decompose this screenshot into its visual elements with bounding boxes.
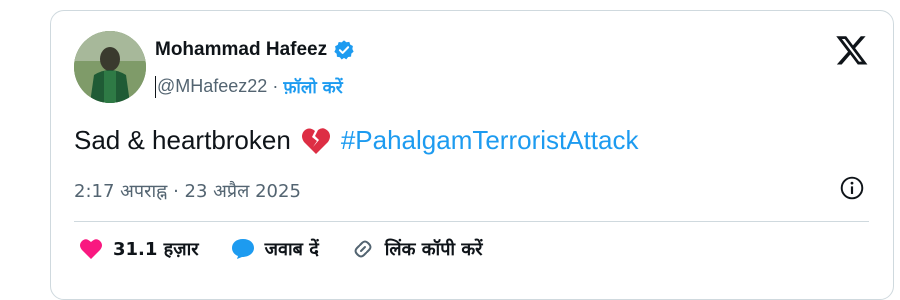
heart-icon — [80, 239, 102, 259]
separator-dot: · — [173, 181, 179, 202]
divider — [74, 221, 869, 222]
copy-link-label: लिंक कॉपी करें — [384, 239, 483, 260]
info-icon[interactable] — [839, 175, 865, 201]
text-cursor — [155, 75, 156, 98]
hashtag-link[interactable]: #PahalgamTerroristAttack — [341, 125, 639, 156]
separator-dot: · — [272, 76, 279, 96]
speech-bubble-icon — [231, 239, 254, 259]
follow-button[interactable]: फ़ॉलो करें — [283, 75, 342, 98]
broken-heart-icon — [301, 127, 331, 155]
tweet-time[interactable]: 2:17 अपराह्न — [74, 181, 167, 202]
link-icon — [354, 240, 372, 258]
tweet-date[interactable]: 23 अप्रैल 2025 — [185, 181, 301, 202]
x-logo-icon[interactable] — [835, 33, 869, 67]
tweet-card[interactable]: Mohammad Hafeez @MHafeez22 · फ़ॉलो करें … — [50, 10, 894, 300]
tweet-text: Sad & heartbroken — [74, 125, 291, 155]
avatar[interactable] — [74, 31, 146, 103]
reply-button[interactable]: जवाब दें — [231, 237, 319, 261]
copy-link-button[interactable]: लिंक कॉपी करें — [351, 237, 483, 261]
author-handle[interactable]: @MHafeez22 — [157, 76, 267, 97]
like-count: 31.1 हज़ार — [113, 239, 199, 260]
verified-badge-icon — [333, 39, 355, 61]
like-button[interactable]: 31.1 हज़ार — [79, 237, 199, 261]
author-name[interactable]: Mohammad Hafeez — [155, 39, 327, 61]
reply-label: जवाब दें — [264, 239, 319, 260]
